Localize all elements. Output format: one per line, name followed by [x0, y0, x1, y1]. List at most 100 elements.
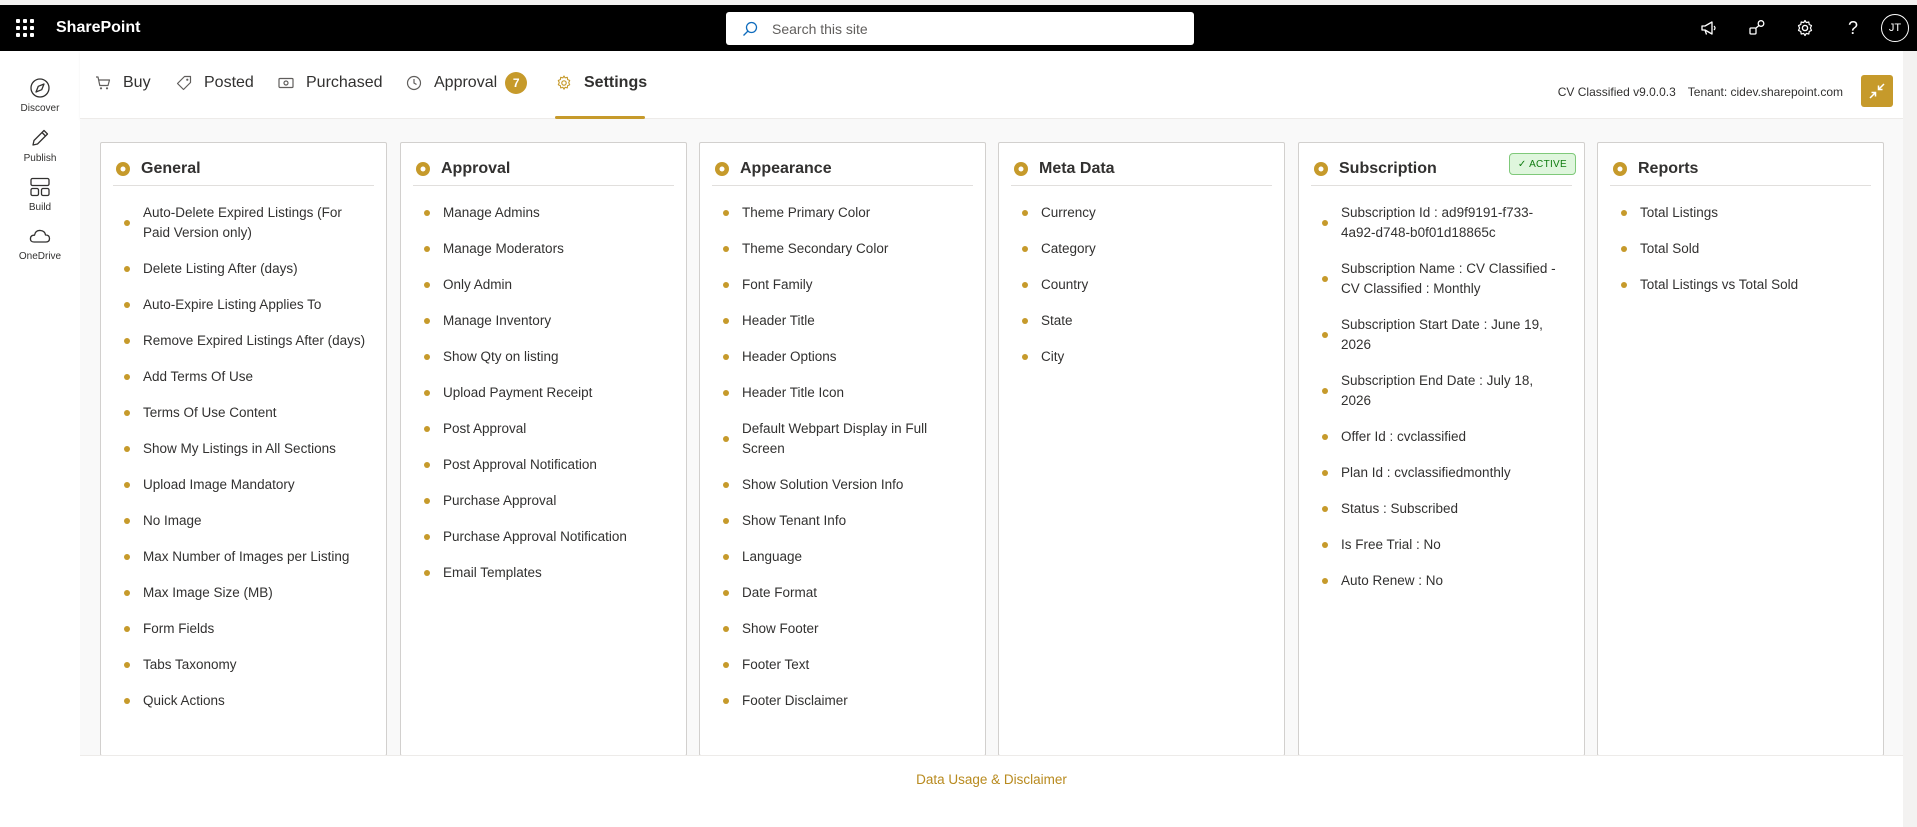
tab-label: Approval: [434, 74, 498, 91]
list-item[interactable]: Manage Inventory: [424, 311, 666, 331]
tab-settings[interactable]: Settings: [556, 67, 647, 99]
tab-approval[interactable]: Approval 7: [406, 67, 528, 99]
card-title: Appearance: [740, 160, 832, 177]
list-item[interactable]: Max Number of Images per Listing: [124, 547, 366, 567]
list-item[interactable]: Post Approval Notification: [424, 455, 666, 475]
appbar-item-build[interactable]: Build: [0, 175, 80, 213]
list-item[interactable]: Default Webpart Display in Full Screen: [723, 419, 965, 459]
list-item[interactable]: Country: [1022, 275, 1264, 295]
list-item[interactable]: Theme Secondary Color: [723, 239, 965, 259]
list-item[interactable]: Remove Expired Listings After (days): [124, 331, 366, 351]
list-item[interactable]: Date Format: [723, 583, 965, 603]
list-item[interactable]: Manage Admins: [424, 203, 666, 223]
list-item[interactable]: Footer Text: [723, 655, 965, 675]
list-item[interactable]: Total Listings: [1621, 203, 1863, 223]
appbar-label: Build: [28, 202, 52, 213]
list-item[interactable]: Theme Primary Color: [723, 203, 965, 223]
approval-count-badge: 7: [505, 72, 528, 94]
settings-content: General Auto-Delete Expired Listings (Fo…: [80, 120, 1903, 827]
connections-icon[interactable]: [1733, 5, 1781, 51]
layout-icon: [30, 177, 50, 197]
list-item[interactable]: Purchase Approval: [424, 491, 666, 511]
list-item[interactable]: No Image: [124, 511, 366, 531]
list-item[interactable]: Category: [1022, 239, 1264, 259]
card-title: Meta Data: [1039, 160, 1115, 177]
page-footer: Data Usage & Disclaimer: [80, 755, 1903, 827]
exit-fullscreen-button[interactable]: [1861, 75, 1893, 107]
app-bar: Discover Publish Build OneDrive: [0, 51, 80, 827]
list-item[interactable]: Delete Listing After (days): [124, 259, 366, 279]
list-item[interactable]: Post Approval: [424, 419, 666, 439]
list-item[interactable]: Show My Listings in All Sections: [124, 439, 366, 459]
list-item[interactable]: Manage Moderators: [424, 239, 666, 259]
tenant-info: Tenant: cidev.sharepoint.com: [1687, 85, 1843, 99]
list-item: Subscription Id : ad9f9191-f733-4a92-d74…: [1322, 203, 1564, 243]
search-input[interactable]: [772, 20, 1172, 37]
brand-title[interactable]: SharePoint: [56, 19, 140, 37]
settings-list: Theme Primary Color Theme Secondary Colo…: [723, 203, 965, 727]
help-icon[interactable]: ?: [1829, 5, 1877, 51]
appbar-label: OneDrive: [18, 251, 62, 262]
list-item[interactable]: Add Terms Of Use: [124, 367, 366, 387]
list-item[interactable]: Auto-Delete Expired Listings (For Paid V…: [124, 203, 366, 243]
list-item[interactable]: Tabs Taxonomy: [124, 655, 366, 675]
list-item[interactable]: Font Family: [723, 275, 965, 295]
appbar-item-onedrive[interactable]: OneDrive: [0, 224, 80, 262]
list-item[interactable]: Purchase Approval Notification: [424, 527, 666, 547]
scrollbar[interactable]: [1903, 51, 1917, 827]
gear-icon: [1314, 162, 1328, 176]
tab-buy[interactable]: Buy: [95, 67, 151, 99]
money-icon: [278, 77, 294, 89]
list-item[interactable]: Quick Actions: [124, 691, 366, 711]
tab-posted[interactable]: Posted: [176, 67, 254, 99]
settings-list: Total Listings Total Sold Total Listings…: [1621, 203, 1863, 311]
compass-icon: [30, 78, 50, 98]
suite-actions: ? JT: [1685, 5, 1917, 51]
list-item[interactable]: Footer Disclaimer: [723, 691, 965, 711]
settings-list: Auto-Delete Expired Listings (For Paid V…: [124, 203, 366, 727]
appbar-item-discover[interactable]: Discover: [0, 76, 80, 114]
list-item[interactable]: Currency: [1022, 203, 1264, 223]
subscription-details: Subscription Id : ad9f9191-f733-4a92-d74…: [1322, 203, 1564, 607]
settings-list: Currency Category Country State City: [1022, 203, 1264, 383]
user-avatar[interactable]: JT: [1881, 14, 1909, 42]
list-item[interactable]: Language: [723, 547, 965, 567]
list-item[interactable]: Terms Of Use Content: [124, 403, 366, 423]
list-item: Subscription End Date : July 18, 2026: [1322, 371, 1564, 411]
list-item[interactable]: Header Title Icon: [723, 383, 965, 403]
list-item[interactable]: Show Footer: [723, 619, 965, 639]
tab-purchased[interactable]: Purchased: [278, 67, 383, 99]
list-item[interactable]: Email Templates: [424, 563, 666, 583]
cloud-icon: [29, 229, 51, 243]
list-item[interactable]: Show Qty on listing: [424, 347, 666, 367]
list-item[interactable]: Total Sold: [1621, 239, 1863, 259]
app-launcher-icon[interactable]: [14, 17, 36, 39]
list-item[interactable]: Upload Payment Receipt: [424, 383, 666, 403]
list-item[interactable]: Header Title: [723, 311, 965, 331]
list-item[interactable]: Upload Image Mandatory: [124, 475, 366, 495]
list-item[interactable]: Show Tenant Info: [723, 511, 965, 531]
list-item[interactable]: Total Listings vs Total Sold: [1621, 275, 1863, 295]
list-item[interactable]: Max Image Size (MB): [124, 583, 366, 603]
collapse-icon: [1869, 83, 1885, 99]
list-item[interactable]: Form Fields: [124, 619, 366, 639]
appbar-item-publish[interactable]: Publish: [0, 126, 80, 164]
megaphone-icon[interactable]: [1685, 5, 1733, 51]
data-usage-disclaimer-link[interactable]: Data Usage & Disclaimer: [80, 772, 1903, 787]
tab-label: Settings: [584, 74, 648, 91]
list-item: Is Free Trial : No: [1322, 535, 1564, 555]
list-item[interactable]: City: [1022, 347, 1264, 367]
list-item: Status : Subscribed: [1322, 499, 1564, 519]
list-item[interactable]: Show Solution Version Info: [723, 475, 965, 495]
search-box[interactable]: [726, 12, 1194, 45]
list-item[interactable]: State: [1022, 311, 1264, 331]
card-title: Reports: [1638, 160, 1699, 177]
list-item[interactable]: Auto-Expire Listing Applies To: [124, 295, 366, 315]
list-item[interactable]: Header Options: [723, 347, 965, 367]
settings-gear-icon[interactable]: [1781, 5, 1829, 51]
card-header: General: [113, 153, 374, 186]
tab-label: Buy: [123, 74, 151, 91]
list-item[interactable]: Only Admin: [424, 275, 666, 295]
status-badge: ✓ ACTIVE: [1508, 153, 1576, 175]
card-title: Subscription: [1339, 160, 1437, 177]
